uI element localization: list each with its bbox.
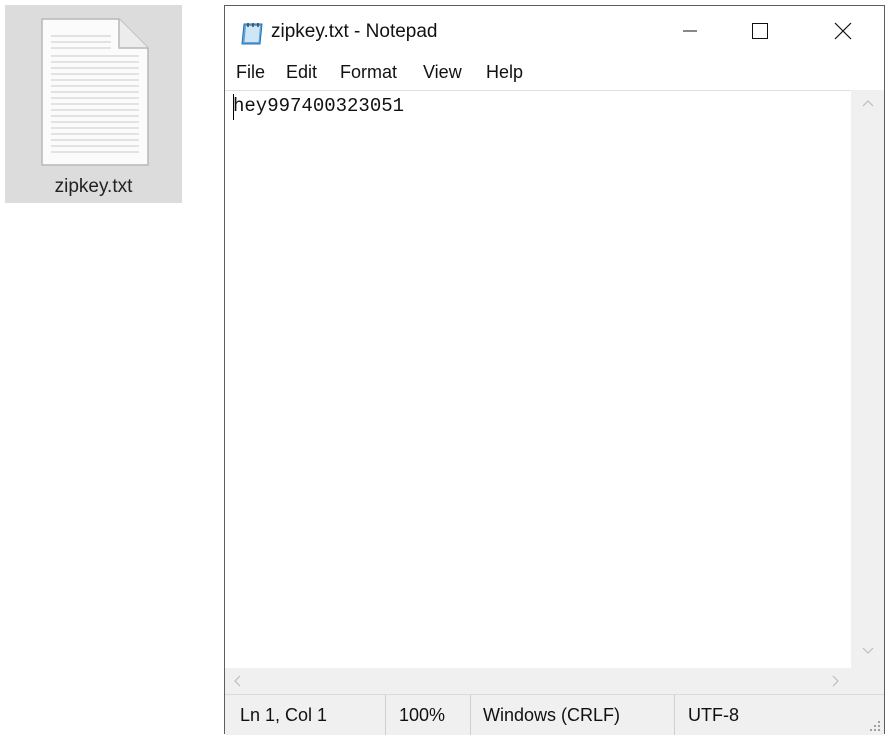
scroll-right-icon[interactable] <box>831 675 841 687</box>
desktop-file-zipkey[interactable]: zipkey.txt <box>5 5 182 203</box>
maximize-icon <box>752 23 768 39</box>
status-bar: Ln 1, Col 1 100% Windows (CRLF) UTF-8 <box>225 694 884 735</box>
close-icon <box>834 22 852 40</box>
text-editor[interactable]: hey997400323051 <box>225 90 851 669</box>
scrollbar-corner <box>851 668 884 694</box>
close-button[interactable] <box>808 6 878 56</box>
menu-format[interactable]: Format <box>340 62 397 83</box>
maximize-button[interactable] <box>725 6 795 56</box>
status-divider <box>385 695 386 735</box>
text-file-icon <box>41 18 149 166</box>
title-bar[interactable]: zipkey.txt - Notepad <box>225 6 884 56</box>
menu-view[interactable]: View <box>423 62 462 83</box>
cursor-position: Ln 1, Col 1 <box>240 705 328 725</box>
status-divider <box>470 695 471 735</box>
status-divider <box>674 695 675 735</box>
scroll-left-icon[interactable] <box>232 675 242 687</box>
window-title: zipkey.txt - Notepad <box>271 21 438 42</box>
menu-bar: File Edit Format View Help <box>225 62 884 88</box>
minimize-button[interactable] <box>655 6 725 56</box>
minimize-icon <box>683 30 697 32</box>
editor-content[interactable]: hey997400323051 <box>233 95 404 117</box>
line-ending: Windows (CRLF) <box>483 705 621 725</box>
zoom-level: 100% <box>399 705 446 725</box>
menu-help[interactable]: Help <box>486 62 523 83</box>
horizontal-scrollbar[interactable] <box>225 668 851 694</box>
scroll-up-icon[interactable] <box>862 98 874 108</box>
encoding: UTF-8 <box>688 705 739 725</box>
notepad-icon <box>241 23 263 45</box>
menu-edit[interactable]: Edit <box>286 62 317 83</box>
text-caret <box>233 94 234 120</box>
file-name-label: zipkey.txt <box>54 176 133 197</box>
vertical-scrollbar[interactable] <box>851 90 884 668</box>
menu-file[interactable]: File <box>236 62 265 83</box>
scroll-down-icon[interactable] <box>862 646 874 656</box>
notepad-window: zipkey.txt - Notepad File Edit Format Vi… <box>224 5 885 735</box>
resize-grip-icon[interactable] <box>868 719 882 733</box>
